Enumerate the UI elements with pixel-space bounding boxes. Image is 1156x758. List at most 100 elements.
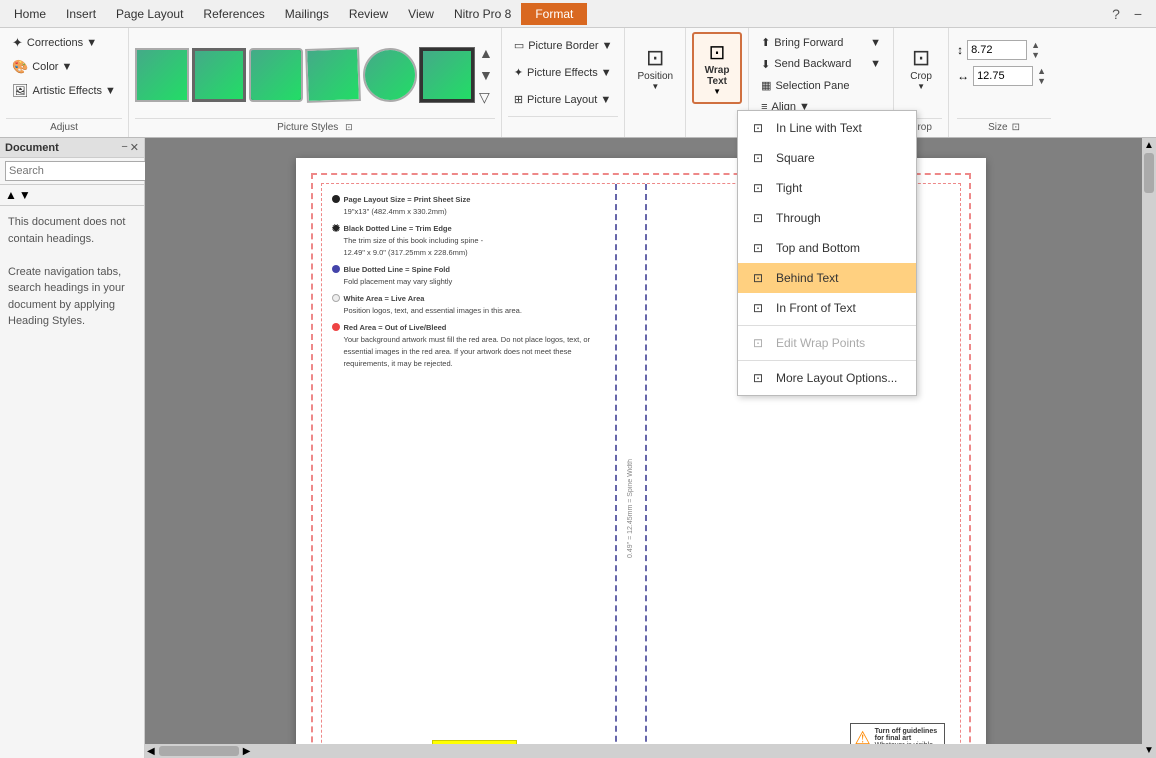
wrap-infront-item[interactable]: ⊡ In Front of Text — [738, 293, 916, 323]
help-btn[interactable]: ? — [1106, 4, 1126, 24]
picture-border-button[interactable]: ▭ Picture Border ▼ — [508, 35, 619, 57]
scroll-thumb-h[interactable] — [159, 746, 239, 756]
position-button[interactable]: ⊡ Position ▼ — [631, 32, 679, 104]
menu-mailings[interactable]: Mailings — [275, 3, 339, 25]
height-up-btn[interactable]: ▲ — [1031, 40, 1040, 50]
menu-review[interactable]: Review — [339, 3, 398, 25]
spine-panel: 0.49" = 12.45mm = Spine Width — [617, 184, 647, 758]
nav-search-input[interactable] — [5, 161, 155, 181]
menu-page-layout[interactable]: Page Layout — [106, 3, 193, 25]
corrections-button[interactable]: ✦ Corrections ▼ — [6, 32, 122, 54]
wrap-square-item[interactable]: ⊡ Square — [738, 143, 916, 173]
height-down-btn[interactable]: ▼ — [1031, 50, 1040, 60]
wrap-editpoints-icon: ⊡ — [748, 333, 768, 353]
ribbon-adjust-section: ✦ Corrections ▼ 🎨 Color ▼ 🖼 Artistic Eff… — [0, 28, 129, 137]
picture-effects-button[interactable]: ✦ Picture Effects ▼ — [508, 62, 619, 84]
artistic-effects-icon: 🖼 — [12, 83, 29, 99]
color-button[interactable]: 🎨 Color ▼ — [6, 56, 122, 78]
info-spinefold: Blue Dotted Line = Spine Fold Fold place… — [332, 264, 615, 288]
scrollbar-vertical[interactable]: ▲ ▼ — [1142, 138, 1156, 758]
wrap-behind-item[interactable]: ⊡ Behind Text — [738, 263, 916, 293]
scrollbar-horizontal[interactable]: ◀ ▶ — [145, 744, 1142, 758]
picture-options-label — [508, 116, 619, 131]
scroll-arrows: ▲ ▼ ▽ — [477, 43, 495, 108]
width-down-btn[interactable]: ▼ — [1037, 76, 1046, 86]
adjust-buttons-row: ✦ Corrections ▼ 🎨 Color ▼ 🖼 Artistic Eff… — [6, 32, 122, 118]
wrap-topbottom-item[interactable]: ⊡ Top and Bottom — [738, 233, 916, 263]
width-row: ↔ ▲ ▼ — [957, 66, 1051, 86]
position-section: ⊡ Position ▼ — [625, 28, 686, 137]
width-input[interactable] — [973, 66, 1033, 86]
wrap-text-dropdown: ⊡ In Line with Text ⊡ Square ⊡ Tight ⊡ T… — [737, 110, 917, 396]
size-expand-icon[interactable]: ⊡ — [1012, 122, 1020, 133]
wrap-moreoptions-item[interactable]: ⊡ More Layout Options... — [738, 363, 916, 393]
nav-down-btn[interactable]: ▼ — [19, 188, 31, 202]
wrap-through-item[interactable]: ⊡ Through — [738, 203, 916, 233]
dot-white-1 — [332, 294, 340, 302]
scroll-left[interactable]: ◀ — [147, 746, 155, 757]
size-section: ↕ ▲ ▼ ↔ ▲ ▼ Size ⊡ — [949, 28, 1059, 137]
selection-pane-icon: ▦ — [761, 79, 771, 92]
send-backward-button[interactable]: ⬇ Send Backward ▼ — [755, 54, 887, 76]
wrap-behind-icon: ⊡ — [748, 268, 768, 288]
wrap-inline-icon: ⊡ — [748, 118, 768, 138]
info-bleed: Red Area = Out of Live/Bleed Your backgr… — [332, 322, 615, 370]
minimize-btn[interactable]: − — [1128, 4, 1148, 24]
nav-content: This document does not contain headings.… — [0, 206, 144, 758]
adjust-label: Adjust — [6, 118, 122, 133]
size-label: Size ⊡ — [957, 118, 1051, 133]
pic-style-5[interactable] — [363, 48, 417, 102]
warning-label: Turn off guidelines for final art — [875, 728, 940, 742]
picture-styles-expand[interactable]: ⊡ — [345, 122, 353, 132]
menu-home[interactable]: Home — [4, 3, 56, 25]
scroll-right[interactable]: ▶ — [243, 746, 251, 757]
wrap-infront-icon: ⊡ — [748, 298, 768, 318]
menu-nitro[interactable]: Nitro Pro 8 — [444, 3, 521, 25]
menu-insert[interactable]: Insert — [56, 3, 106, 25]
dot-red-1 — [332, 323, 340, 331]
scroll-up-arrow[interactable]: ▲ — [477, 43, 495, 63]
pic-style-2[interactable] — [192, 48, 246, 102]
pic-style-3[interactable] — [249, 48, 303, 102]
wrap-inline-item[interactable]: ⊡ In Line with Text — [738, 113, 916, 143]
selection-pane-button[interactable]: ▦ Selection Pane — [755, 75, 887, 97]
color-icon: 🎨 — [12, 59, 28, 75]
scroll-down-arrow[interactable]: ▼ — [477, 65, 495, 85]
dot-black-1 — [332, 195, 340, 203]
scroll-expand-arrow[interactable]: ▽ — [477, 87, 495, 108]
scroll-thumb-v[interactable] — [1144, 153, 1154, 193]
picture-layout-button[interactable]: ⊞ Picture Layout ▼ — [508, 89, 619, 111]
wrap-moreoptions-icon: ⊡ — [748, 368, 768, 388]
pic-style-6[interactable] — [420, 48, 474, 102]
bring-forward-button[interactable]: ⬆ Bring Forward ▼ — [755, 32, 887, 54]
nav-up-btn[interactable]: ▲ — [5, 188, 17, 202]
menu-format[interactable]: Format — [521, 3, 587, 25]
scroll-down[interactable]: ▼ — [1144, 745, 1154, 756]
height-input[interactable] — [967, 40, 1027, 60]
position-label — [631, 119, 679, 133]
wrap-text-button[interactable]: ⊡ WrapText ▼ — [692, 32, 742, 104]
layout-icon: ⊞ — [514, 93, 523, 106]
height-row: ↕ ▲ ▼ — [957, 40, 1051, 60]
menu-view[interactable]: View — [398, 3, 444, 25]
back-panel: Page Layout Size = Print Sheet Size 19"x… — [322, 184, 617, 758]
content-area: Document − ✕ 🔍 ▲ ▼ This document does no… — [0, 138, 1156, 758]
width-up-btn[interactable]: ▲ — [1037, 66, 1046, 76]
nav-panel-header: Document − ✕ — [0, 138, 144, 158]
pic-style-1[interactable] — [135, 48, 189, 102]
ribbon: ✦ Corrections ▼ 🎨 Color ▼ 🖼 Artistic Eff… — [0, 28, 1156, 138]
menu-references[interactable]: References — [193, 3, 274, 25]
nav-close-btn[interactable]: ✕ — [130, 141, 139, 154]
artistic-effects-button[interactable]: 🖼 Artistic Effects ▼ — [6, 80, 122, 102]
wrap-tight-item[interactable]: ⊡ Tight — [738, 173, 916, 203]
wrap-through-icon: ⊡ — [748, 208, 768, 228]
width-icon: ↔ — [957, 69, 969, 83]
crop-button[interactable]: ⊡ Crop ▼ — [903, 32, 939, 104]
nav-arrows-row: ▲ ▼ — [0, 185, 144, 206]
info-pagesize: Page Layout Size = Print Sheet Size 19"x… — [332, 194, 615, 218]
doc-area[interactable]: ▲ ▼ ◀ ▶ — [145, 138, 1156, 758]
pic-style-4[interactable] — [305, 47, 361, 103]
nav-collapse-btn[interactable]: − — [121, 141, 127, 154]
spine-text: 0.49" = 12.45mm = Spine Width — [627, 459, 634, 558]
scroll-up[interactable]: ▲ — [1144, 140, 1154, 151]
